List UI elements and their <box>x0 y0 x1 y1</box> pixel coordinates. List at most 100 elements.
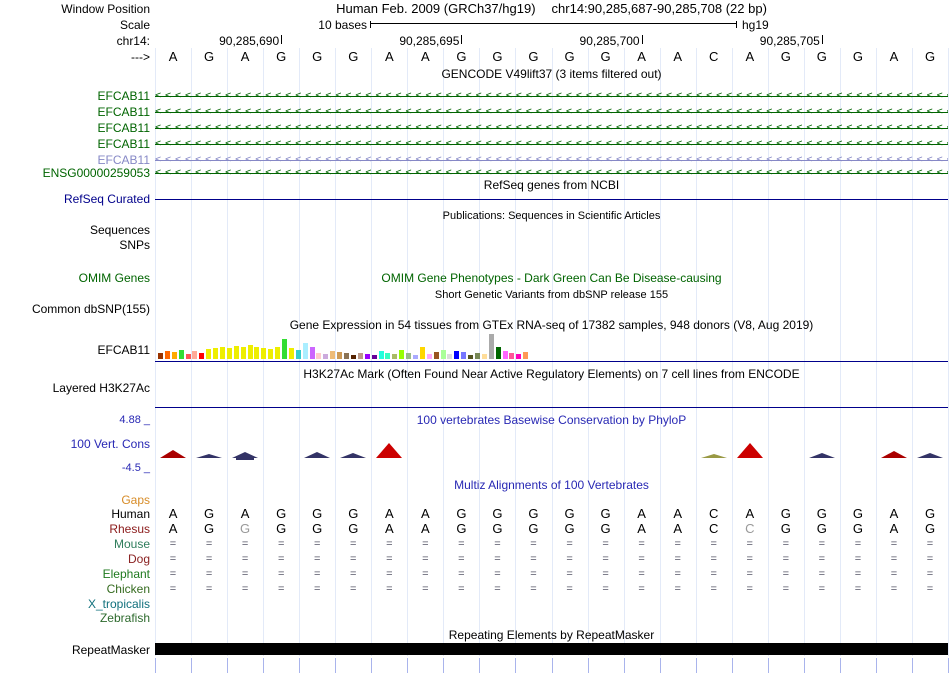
species-label-zebrafish[interactable]: Zebrafish <box>0 611 150 625</box>
gencode-track-title[interactable]: GENCODE V49lift37 (3 items filtered out) <box>155 67 948 81</box>
alignment-gap-glyph: = <box>494 553 501 565</box>
alignment-gap-glyph: = <box>602 568 609 580</box>
base-letter: C <box>709 49 719 64</box>
alignment-gap-glyph: = <box>530 583 537 595</box>
alignment-gap-glyph: = <box>890 538 898 550</box>
conservation-negative-dip <box>236 458 255 460</box>
conservation-min-label: -4.5 _ <box>121 462 150 474</box>
gene-track-row[interactable]: <<<<<<<<<<<<<<<<<<<<<<<<<<<<<<<<<<<<<<<<… <box>155 89 948 103</box>
species-label-chicken[interactable]: Chicken <box>0 582 150 596</box>
species-label-gaps[interactable]: Gaps <box>0 493 150 507</box>
multiz-track-title[interactable]: Multiz Alignments of 100 Vertebrates <box>155 478 948 492</box>
refseq-curated-track[interactable] <box>155 199 948 200</box>
gtex-gene-label[interactable]: EFCAB11 <box>0 343 150 357</box>
gtex-tissue-bar <box>295 350 301 359</box>
dbsnp-track-title[interactable]: Short Genetic Variants from dbSNP releas… <box>155 288 948 302</box>
base-letter: A <box>168 49 178 64</box>
assembly-title: Human Feb. 2009 (GRCh37/hg19) <box>336 1 536 16</box>
gtex-tissue-bar <box>330 351 336 359</box>
species-label-mouse[interactable]: Mouse <box>0 537 150 551</box>
snps-track-label[interactable]: SNPs <box>0 238 150 252</box>
gene-label[interactable]: EFCAB11 <box>0 121 150 135</box>
omim-track-title[interactable]: OMIM Gene Phenotypes - Dark Green Can Be… <box>155 271 948 285</box>
alignment-gap-glyph: = <box>241 568 249 580</box>
gtex-tissue-bar <box>364 354 370 359</box>
alignment-gap-glyph: = <box>350 553 357 565</box>
gtex-tissue-bar <box>419 347 425 359</box>
alignment-gap-glyph: = <box>205 583 213 595</box>
gtex-tissue-bar <box>523 352 529 359</box>
alignment-gap-glyph: = <box>458 568 465 580</box>
gene-track-row[interactable]: <<<<<<<<<<<<<<<<<<<<<<<<<<<<<<<<<<<<<<<<… <box>155 166 948 180</box>
base-letter: G <box>600 506 611 521</box>
alignment-gap-glyph: = <box>926 538 934 550</box>
gtex-tissue-bar <box>164 351 170 359</box>
gtex-tissue-bar <box>433 352 439 359</box>
species-label-dog[interactable]: Dog <box>0 552 150 566</box>
species-label-rhesus[interactable]: Rhesus <box>0 522 150 536</box>
species-label-elephant[interactable]: Elephant <box>0 567 150 581</box>
window-position-title: Human Feb. 2009 (GRCh37/hg19) chr14:90,28… <box>155 2 948 16</box>
species-label-human[interactable]: Human <box>0 507 150 521</box>
gtex-tissue-bar <box>488 334 494 359</box>
base-letter: G <box>780 521 791 536</box>
sequence-bases: AGAGGGAAGGGGGAACAGGGAG <box>155 50 948 64</box>
sequences-track-label[interactable]: Sequences <box>0 223 150 237</box>
alignment-gap-glyph: = <box>313 583 321 595</box>
track-separator-line <box>155 361 948 362</box>
h3k27ac-track-title[interactable]: H3K27Ac Mark (Often Found Near Active Re… <box>155 367 948 381</box>
alignment-gap-glyph: = <box>710 568 717 580</box>
base-letter: C <box>709 521 719 536</box>
gene-label[interactable]: ENSG00000259053 <box>0 166 150 180</box>
gtex-track-title[interactable]: Gene Expression in 54 tissues from GTEx … <box>155 318 948 332</box>
gtex-tissue-bar <box>350 355 356 359</box>
alignment-gap-glyph: = <box>854 568 862 580</box>
alignment-gap-glyph: = <box>277 538 285 550</box>
base-position-guide <box>767 658 769 673</box>
repeatmasker-track[interactable] <box>155 643 948 655</box>
gtex-tissue-bar <box>247 345 253 359</box>
base-letter: A <box>168 506 178 521</box>
conservation-peak <box>736 443 763 458</box>
dbsnp-track-label[interactable]: Common dbSNP(155) <box>0 302 150 316</box>
gene-track-row[interactable]: <<<<<<<<<<<<<<<<<<<<<<<<<<<<<<<<<<<<<<<<… <box>155 137 948 151</box>
alignment-gap-glyph: = <box>782 553 790 565</box>
refseq-track-title[interactable]: RefSeq genes from NCBI <box>155 178 948 192</box>
gtex-tissue-bar <box>474 353 480 359</box>
base-letter: G <box>312 506 323 521</box>
base-position-guide <box>731 658 733 673</box>
repeatmasker-track-title[interactable]: Repeating Elements by RepeatMasker <box>155 628 948 642</box>
gene-track-row[interactable]: <<<<<<<<<<<<<<<<<<<<<<<<<<<<<<<<<<<<<<<<… <box>155 153 948 167</box>
gene-label[interactable]: EFCAB11 <box>0 89 150 103</box>
alignment-gap-glyph: = <box>674 553 681 565</box>
gene-label[interactable]: EFCAB11 <box>0 137 150 151</box>
gene-label[interactable]: EFCAB11 <box>0 105 150 119</box>
base-position-guide <box>155 658 156 673</box>
base-letter: G <box>564 521 575 536</box>
alignment-gap-glyph: = <box>350 538 357 550</box>
h3k27ac-track-label[interactable]: Layered H3K27Ac <box>0 381 150 395</box>
window-position-label: Window Position <box>61 2 150 16</box>
gtex-tissue-bar <box>226 348 232 359</box>
base-letter: A <box>745 506 755 521</box>
alignment-gap-glyph: = <box>854 583 862 595</box>
gtex-tissue-bar <box>275 347 281 359</box>
omim-genes-label[interactable]: OMIM Genes <box>0 271 150 285</box>
gtex-tissue-bar <box>268 349 274 359</box>
alignment-gap-glyph: = <box>350 583 357 595</box>
gene-track-row[interactable]: <<<<<<<<<<<<<<<<<<<<<<<<<<<<<<<<<<<<<<<<… <box>155 105 948 119</box>
alignment-gap-glyph: = <box>169 568 177 580</box>
conservation-peak <box>376 443 403 458</box>
gtex-tissue-bar <box>392 354 398 359</box>
conservation-track-label[interactable]: 100 Vert. Cons <box>0 437 150 451</box>
refseq-curated-label[interactable]: RefSeq Curated <box>0 192 150 206</box>
gtex-tissue-bar <box>192 351 198 359</box>
alignment-gap-glyph: = <box>241 583 249 595</box>
base-letter: A <box>889 521 899 536</box>
gene-track-row[interactable]: <<<<<<<<<<<<<<<<<<<<<<<<<<<<<<<<<<<<<<<<… <box>155 121 948 135</box>
conservation-track-title[interactable]: 100 vertebrates Basewise Conservation by… <box>155 413 948 427</box>
gene-label[interactable]: EFCAB11 <box>0 153 150 167</box>
repeatmasker-track-label[interactable]: RepeatMasker <box>0 643 150 657</box>
species-label-x_tropicalis[interactable]: X_tropicalis <box>0 597 150 611</box>
publications-track-title[interactable]: Publications: Sequences in Scientific Ar… <box>155 209 948 223</box>
